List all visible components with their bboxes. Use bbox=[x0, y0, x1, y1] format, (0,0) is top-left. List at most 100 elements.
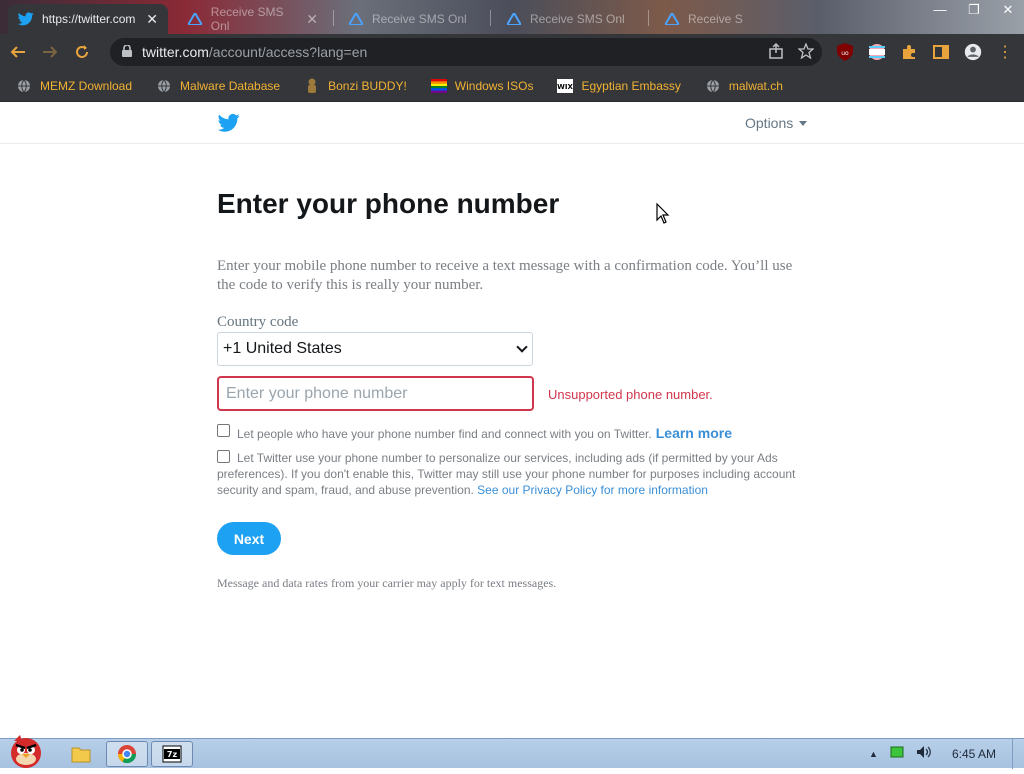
lock-icon bbox=[122, 44, 132, 60]
triangle-favicon-icon bbox=[506, 11, 522, 27]
rates-note: Message and data rates from your carrier… bbox=[217, 576, 557, 590]
bookmark-label: malwat.ch bbox=[728, 78, 783, 93]
tab-separator bbox=[490, 10, 491, 26]
tab-receive-sms-1[interactable]: Receive SMS Onl ✕ bbox=[178, 4, 328, 34]
maximize-icon[interactable]: ❐ bbox=[964, 2, 984, 18]
bookmark-memz-download[interactable]: MEMZ Download bbox=[12, 74, 136, 98]
tab-receive-sms-4[interactable]: Receive S bbox=[654, 4, 774, 34]
bookmark-label: Bonzi BUDDY! bbox=[328, 78, 407, 93]
close-tab-icon[interactable]: ✕ bbox=[306, 11, 318, 28]
chevron-down-icon bbox=[516, 341, 528, 353]
forward-button[interactable] bbox=[36, 38, 64, 66]
bookmark-malware-database[interactable]: Malware Database bbox=[152, 74, 284, 98]
reload-icon bbox=[76, 45, 88, 58]
bonzi-icon bbox=[304, 78, 320, 94]
tab-title: https://twitter.com bbox=[42, 12, 136, 26]
taskbar-explorer[interactable] bbox=[60, 741, 102, 767]
show-hidden-icons-icon[interactable]: ▲ bbox=[869, 749, 878, 759]
wix-icon: WIX bbox=[557, 78, 574, 94]
tab-receive-sms-3[interactable]: Receive SMS Onl bbox=[496, 4, 646, 34]
close-tab-icon[interactable]: ✕ bbox=[146, 11, 158, 28]
triangle-favicon-icon bbox=[664, 11, 680, 27]
ublock-icon[interactable]: uo bbox=[836, 43, 854, 61]
bookmark-bonzi-buddy[interactable]: Bonzi BUDDY! bbox=[300, 74, 411, 98]
folder-icon bbox=[71, 747, 91, 763]
start-button[interactable] bbox=[2, 731, 50, 769]
extensions-puzzle-icon[interactable] bbox=[900, 43, 918, 61]
page-title: Enter your phone number bbox=[217, 188, 560, 219]
mouse-cursor-icon bbox=[656, 203, 670, 224]
bookmark-malwatch[interactable]: malwat.ch bbox=[701, 74, 787, 98]
close-window-icon[interactable]: ✕ bbox=[998, 2, 1018, 18]
bookmark-label: Malware Database bbox=[180, 78, 281, 93]
side-panel-icon[interactable] bbox=[932, 43, 950, 61]
profile-avatar-icon[interactable] bbox=[964, 43, 982, 61]
battery-icon[interactable] bbox=[890, 746, 904, 761]
personalization-text: Let Twitter use your phone number to per… bbox=[217, 450, 807, 498]
country-code-label: Country code bbox=[217, 314, 299, 330]
taskbar-7zip[interactable]: 7z bbox=[151, 741, 193, 767]
twitter-logo-icon[interactable] bbox=[218, 113, 240, 133]
learn-more-link[interactable]: Learn more bbox=[656, 425, 732, 441]
svg-text:WIX: WIX bbox=[558, 83, 574, 91]
discoverability-option: Let people who have your phone number fi… bbox=[217, 422, 732, 441]
forward-arrow-icon bbox=[43, 46, 58, 58]
twitter-favicon-icon bbox=[18, 11, 34, 27]
tab-separator bbox=[648, 10, 649, 26]
twitter-top-nav: Options bbox=[0, 102, 1024, 144]
bookmark-windows-isos[interactable]: Windows ISOs bbox=[427, 74, 538, 98]
country-code-value: +1 United States bbox=[223, 340, 342, 357]
pride-flag-icon bbox=[430, 78, 447, 94]
options-label: Options bbox=[745, 115, 794, 131]
tab-twitter[interactable]: https://twitter.com ✕ bbox=[8, 4, 168, 34]
show-desktop-button[interactable] bbox=[1012, 739, 1024, 769]
discoverability-label: Let people who have your phone number fi… bbox=[237, 427, 652, 441]
url-path: /account/access?lang=en bbox=[208, 44, 368, 60]
clock[interactable]: 6:45 AM bbox=[952, 747, 996, 761]
caret-down-icon bbox=[799, 120, 808, 126]
minimize-icon[interactable]: — bbox=[930, 2, 950, 18]
menu-dots-icon[interactable]: ⋮ bbox=[996, 43, 1014, 61]
trans-flag-icon[interactable] bbox=[868, 43, 886, 61]
tab-receive-sms-2[interactable]: Receive SMS Onl bbox=[338, 4, 488, 34]
url-host: twitter.com bbox=[142, 44, 209, 60]
web-page: Options Enter your phone number Enter yo… bbox=[0, 102, 1024, 738]
extension-icons: uo ⋮ bbox=[836, 38, 1014, 66]
bookmark-label: MEMZ Download bbox=[40, 78, 133, 93]
tab-title: Receive SMS Onl bbox=[210, 5, 284, 33]
browser-toolbar: twitter.com/account/access?lang=en uo ⋮ bbox=[0, 34, 1024, 70]
reload-button[interactable] bbox=[68, 38, 96, 66]
triangle-favicon-icon bbox=[188, 11, 203, 27]
tab-separator bbox=[333, 10, 334, 26]
tab-strip: https://twitter.com ✕ Receive SMS Onl ✕ … bbox=[0, 0, 1024, 34]
discoverability-checkbox[interactable] bbox=[217, 424, 230, 437]
back-button[interactable] bbox=[4, 38, 32, 66]
chrome-icon bbox=[118, 745, 136, 764]
back-arrow-icon bbox=[10, 46, 25, 58]
svg-text:uo: uo bbox=[841, 50, 849, 57]
globe-icon bbox=[16, 78, 32, 94]
country-code-select[interactable]: +1 United States bbox=[217, 332, 533, 366]
options-dropdown[interactable]: Options bbox=[745, 115, 808, 131]
taskbar-chrome[interactable] bbox=[106, 741, 148, 767]
phone-error-message: Unsupported phone number. bbox=[548, 387, 713, 402]
discoverability-text: Let people who have your phone number fi… bbox=[237, 425, 732, 441]
globe-icon bbox=[705, 78, 721, 94]
window-controls: — ❐ ✕ bbox=[930, 2, 1018, 18]
bookmark-egyptian-embassy[interactable]: WIX Egyptian Embassy bbox=[553, 74, 684, 98]
form-description: Enter your mobile phone number to receiv… bbox=[217, 258, 793, 293]
bookmark-star-icon[interactable] bbox=[797, 42, 815, 62]
tab-title: Receive SMS Onl bbox=[530, 12, 625, 26]
7zip-icon: 7z bbox=[162, 745, 182, 763]
privacy-policy-link[interactable]: See our Privacy Policy for more informat… bbox=[477, 483, 708, 497]
next-button[interactable]: Next bbox=[217, 522, 281, 555]
system-tray: ▲ 6:45 AM bbox=[869, 745, 996, 762]
globe-icon bbox=[156, 78, 172, 94]
windows-taskbar: 7z ▲ 6:45 AM bbox=[0, 735, 1024, 769]
angry-bird-start-icon bbox=[11, 735, 41, 768]
share-icon[interactable] bbox=[768, 42, 784, 62]
volume-icon[interactable] bbox=[916, 745, 932, 762]
address-bar[interactable]: twitter.com/account/access?lang=en bbox=[110, 38, 822, 66]
bookmark-label: Windows ISOs bbox=[454, 78, 534, 93]
phone-number-input[interactable] bbox=[217, 376, 534, 411]
